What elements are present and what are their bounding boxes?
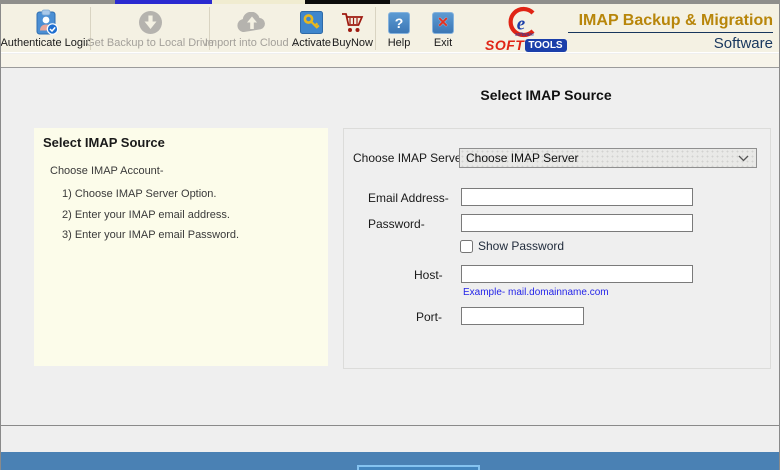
password-label: Password-: [368, 217, 425, 231]
app-window: Authenticate Login Get Backup to Local D…: [0, 0, 780, 470]
imap-server-selected-value: Choose IMAP Server: [460, 151, 738, 165]
buynow-cart-icon: [340, 9, 365, 36]
exit-button[interactable]: ✕ Exit: [422, 4, 464, 53]
help-label: Help: [388, 37, 411, 49]
activate-label: Activate: [292, 37, 331, 49]
footer-gap: [1, 427, 779, 452]
port-input[interactable]: [461, 307, 584, 325]
imap-server-select[interactable]: Choose IMAP Server: [459, 148, 757, 168]
email-input[interactable]: [461, 188, 693, 206]
show-password-label: Show Password: [478, 239, 564, 253]
password-input[interactable]: [461, 214, 693, 232]
toolbar: Authenticate Login Get Backup to Local D…: [1, 4, 779, 53]
buynow-label: BuyNow: [332, 37, 373, 49]
instruction-step-1: 1) Choose IMAP Server Option.: [62, 188, 216, 200]
app-title-block: IMAP Backup & Migration Software: [558, 12, 773, 52]
instructions-panel: Select IMAP Source Choose IMAP Account- …: [34, 128, 328, 366]
show-password-row: Show Password: [460, 239, 564, 253]
activate-key-icon: [300, 9, 323, 36]
buynow-button[interactable]: BuyNow: [331, 4, 374, 53]
logo-soft-label: SOFT: [485, 37, 524, 53]
host-label: Host-: [414, 268, 443, 282]
imap-source-form-panel: Choose IMAP Server- Choose IMAP Server E…: [343, 128, 771, 369]
activate-button[interactable]: Activate: [289, 4, 334, 53]
instruction-step-3: 3) Enter your IMAP email Password.: [62, 229, 239, 241]
sub-toolbar-strip: [1, 54, 779, 68]
download-circle-icon: [138, 9, 163, 36]
import-into-cloud-button[interactable]: Import into Cloud⌄: [211, 4, 293, 53]
title-divider: [568, 32, 773, 33]
cloud-upload-icon: [236, 9, 268, 36]
email-label: Email Address-: [368, 191, 449, 205]
app-title-line1: IMAP Backup & Migration: [558, 12, 773, 30]
authenticate-login-button[interactable]: Authenticate Login: [3, 4, 89, 53]
port-label: Port-: [416, 310, 442, 324]
show-password-checkbox[interactable]: [460, 240, 473, 253]
chevron-down-icon: [738, 155, 756, 162]
page-title: Select IMAP Source: [321, 87, 771, 103]
get-backup-button[interactable]: Get Backup to Local Drive: [92, 4, 208, 53]
instructions-title: Select IMAP Source: [43, 135, 165, 150]
toolbar-separator: [375, 7, 376, 50]
help-button[interactable]: ? Help: [378, 4, 420, 53]
main-content: Select IMAP Source Select IMAP Source Ch…: [1, 69, 779, 426]
exit-label: Exit: [434, 37, 452, 49]
app-title-line2: Software: [558, 35, 773, 52]
instructions-subtitle: Choose IMAP Account-: [50, 165, 164, 177]
get-backup-label: Get Backup to Local Drive: [86, 37, 214, 49]
host-example-hint: Example- mail.domainname.com: [463, 287, 609, 298]
instruction-step-2: 2) Enter your IMAP email address.: [62, 209, 230, 221]
server-select-label: Choose IMAP Server-: [353, 151, 470, 165]
authenticate-login-label: Authenticate Login: [0, 37, 91, 49]
exit-x-icon: ✕: [432, 9, 454, 36]
esofttools-logo: e software SOFTTOOLS: [485, 6, 555, 56]
help-question-icon: ?: [388, 9, 410, 36]
next-button-partial[interactable]: [357, 465, 480, 470]
import-into-cloud-label: Import into Cloud⌄: [205, 37, 299, 49]
host-input[interactable]: [461, 265, 693, 283]
authenticate-badge-icon: [33, 9, 59, 36]
bottom-blue-bar: [1, 452, 779, 470]
